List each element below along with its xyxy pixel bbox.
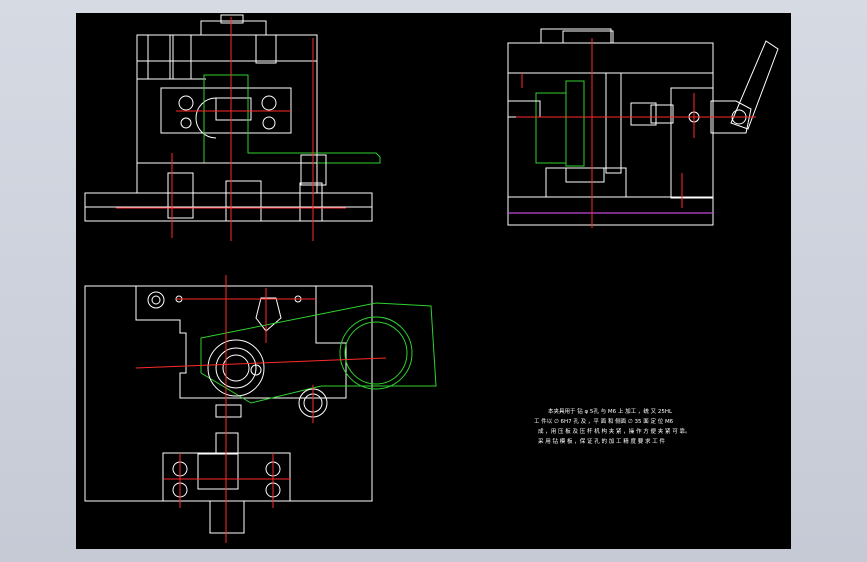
top-hole-left [147, 291, 165, 309]
note-line-3: 成 ，用 压 板 及 压 杆 机 构 夹 紧 ，操 作 方 便 夹 紧 可 靠。 [538, 427, 690, 435]
note-line-1: 本夹具用于 钻 φ 5孔 与 M6 上 加工 ，统 又 25HL [548, 407, 673, 415]
side-view [507, 28, 779, 228]
drawing-canvas[interactable]: 本夹具用于 钻 φ 5孔 与 M6 上 加工 ，统 又 25HL 工 件以 ∅ … [76, 13, 791, 549]
note-line-2: 工 件以 ∅ 6H7 孔 及 ，平 面 和 侧面 ∅ 35 面 定 位 M6 [534, 417, 674, 425]
clamp-handle [730, 40, 779, 130]
front-view [84, 14, 381, 241]
side-clamp-body [670, 87, 714, 199]
body-column [136, 34, 318, 194]
side-workpiece-phantom [565, 80, 585, 167]
technical-note: 本夹具用于 钻 φ 5孔 与 M6 上 加工 ，统 又 25HL 工 件以 ∅ … [534, 407, 690, 445]
left-screw-section [147, 34, 171, 80]
note-line-4: 采 用 钻 模 板 ，保 证 孔 的 加 工 精 度 要 求 工 件 [538, 437, 665, 445]
top-view-base [84, 285, 373, 502]
lower-screw [215, 432, 239, 454]
drawing-svg: 本夹具用于 钻 φ 5孔 与 M6 上 加工 ，统 又 25HL 工 件以 ∅ … [84, 14, 779, 543]
cad-viewer: 本夹具用于 钻 φ 5孔 与 M6 上 加工 ，统 又 25HL 工 件以 ∅ … [0, 0, 867, 562]
top-view [84, 275, 437, 543]
side-left-stud [507, 100, 541, 118]
